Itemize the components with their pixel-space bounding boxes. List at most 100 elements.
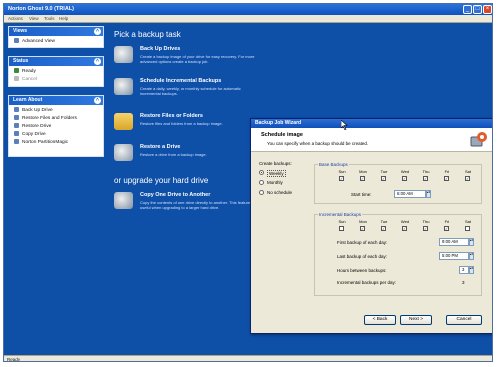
task-title[interactable]: Schedule Incremental Backups: [140, 78, 221, 84]
task-pane: Views ˄ Advanced View Status ˄ Ready Cance…: [8, 26, 104, 354]
chevron-up-icon[interactable]: ˄: [94, 28, 101, 35]
learn-item-label: Norton PartitionMagic: [22, 140, 69, 145]
hours-between-label: Hours between backups:: [337, 268, 387, 273]
day-wed: Wed: [400, 219, 410, 224]
learn-about-title: Learn About: [13, 97, 43, 103]
base-fri-checkbox[interactable]: ✓: [444, 176, 449, 181]
task-desc: Restore a drive from a backup image.: [140, 152, 207, 157]
day-sat: Sat: [464, 219, 471, 224]
first-backup-label: First backup of each day:: [337, 240, 388, 245]
drive-backup-icon: [114, 46, 133, 63]
day-fri: Fri: [444, 169, 450, 174]
advanced-view-link[interactable]: Advanced View: [9, 38, 103, 46]
last-backup-spinner[interactable]: ▴▾: [469, 252, 474, 260]
maximize-button[interactable]: □: [473, 5, 482, 14]
hours-between-field[interactable]: 3: [459, 266, 469, 274]
learn-item-label: Back Up Drive: [22, 108, 53, 113]
base-wed-checkbox[interactable]: ✓: [402, 176, 407, 181]
task-title[interactable]: Copy One Drive to Another: [140, 192, 210, 198]
inc-wed-checkbox[interactable]: ✓: [402, 226, 407, 231]
chevron-up-icon[interactable]: ˄: [94, 97, 101, 104]
inc-sun-checkbox[interactable]: [339, 226, 344, 231]
wizard-header-subtitle: You can specify when a backup should be …: [267, 141, 369, 146]
day-wed: Wed: [400, 169, 410, 174]
no-schedule-radio[interactable]: [259, 190, 264, 195]
day-mon: Mon: [359, 169, 367, 174]
base-thu-checkbox[interactable]: ✓: [423, 176, 428, 181]
title-bar: Norton Ghost 9.0 (TRIAL) _ □ ×: [4, 4, 492, 15]
views-panel: Views ˄ Advanced View: [8, 26, 104, 48]
status-bar: Ready: [4, 355, 492, 361]
learn-back-up-drive[interactable]: Back Up Drive: [9, 107, 103, 115]
inc-thu-checkbox[interactable]: ✓: [423, 226, 428, 231]
last-backup-field[interactable]: 5:00 PM: [439, 252, 469, 260]
minimize-button[interactable]: _: [463, 5, 472, 14]
ready-icon: [14, 68, 19, 73]
chevron-up-icon[interactable]: ˄: [94, 58, 101, 65]
day-mon: Mon: [359, 219, 367, 224]
status-panel: Status ˄ Ready Cancel: [8, 56, 104, 87]
base-sun-checkbox[interactable]: ✓: [339, 176, 344, 181]
learn-about-panel: Learn About ˄ Back Up Drive Restore Files…: [8, 95, 104, 157]
task-title[interactable]: Restore a Drive: [140, 144, 180, 150]
learn-item-label: Restore Files and Folders: [22, 116, 77, 121]
learn-copy-drive[interactable]: Copy Drive: [9, 131, 103, 139]
first-backup-field[interactable]: 9:00 AM: [439, 238, 469, 246]
weekly-radio[interactable]: [259, 170, 264, 175]
status-panel-header[interactable]: Status ˄: [9, 57, 103, 66]
task-back-up-drives[interactable]: Back Up Drives Create a backup image of …: [114, 46, 254, 70]
no-schedule-label[interactable]: No schedule: [267, 190, 292, 195]
help-icon: [14, 107, 19, 112]
task-desc: Create a daily, weekly, or monthly sched…: [140, 86, 241, 96]
day-tue: Tue: [380, 169, 388, 174]
weekly-label[interactable]: Weekly: [267, 170, 286, 177]
day-thu: Thu: [422, 219, 430, 224]
base-tue-checkbox[interactable]: ✓: [381, 176, 386, 181]
task-schedule-incremental[interactable]: Schedule Incremental Backups Create a da…: [114, 78, 254, 102]
per-day-value: 3: [462, 280, 465, 285]
monthly-radio[interactable]: [259, 180, 264, 185]
learn-restore-files[interactable]: Restore Files and Folders: [9, 115, 103, 123]
task-title[interactable]: Back Up Drives: [140, 46, 180, 52]
task-title[interactable]: Restore Files or Folders: [140, 113, 203, 119]
base-sat-checkbox[interactable]: ✓: [465, 176, 470, 181]
wizard-header: Schedule image You can specify when a ba…: [251, 128, 492, 152]
monthly-label[interactable]: Monthly: [267, 180, 283, 185]
wizard-header-title: Schedule image: [261, 132, 303, 138]
menu-tools[interactable]: Tools: [44, 16, 55, 21]
backup-wizard-icon: [470, 132, 487, 147]
day-sun: Sun: [338, 169, 346, 174]
inc-mon-checkbox[interactable]: ✓: [360, 226, 365, 231]
learn-about-panel-header[interactable]: Learn About ˄: [9, 96, 103, 105]
menu-help[interactable]: Help: [59, 16, 68, 21]
pick-task-heading: Pick a backup task: [114, 30, 181, 39]
status-ready: Ready: [9, 68, 103, 76]
close-button[interactable]: ×: [483, 5, 492, 14]
start-time-spinner[interactable]: ▴▾: [426, 190, 431, 198]
last-backup-label: Last backup of each day:: [337, 254, 388, 259]
start-time-field[interactable]: 6:00 AM: [394, 190, 426, 198]
inc-fri-checkbox[interactable]: ✓: [444, 226, 449, 231]
base-mon-checkbox[interactable]: ✓: [360, 176, 365, 181]
base-backups-title: Base Backups: [318, 162, 349, 167]
status-cancel[interactable]: Cancel: [9, 76, 103, 84]
task-restore-drive[interactable]: Restore a Drive Restore a drive from a b…: [114, 144, 254, 164]
schedule-icon: [114, 78, 133, 95]
task-restore-files[interactable]: Restore Files or Folders Restore files a…: [114, 113, 254, 133]
menu-actions[interactable]: Actions: [8, 16, 23, 21]
cancel-button[interactable]: Cancel: [446, 315, 482, 325]
task-copy-drive[interactable]: Copy One Drive to Another Copy the conte…: [114, 192, 254, 216]
next-button[interactable]: Next >: [400, 315, 432, 325]
menu-view[interactable]: View: [29, 16, 39, 21]
hours-between-spinner[interactable]: ▴▾: [469, 266, 474, 274]
learn-partitionmagic[interactable]: Norton PartitionMagic: [9, 139, 103, 147]
inc-sat-checkbox[interactable]: [465, 226, 470, 231]
restore-drive-icon: [114, 144, 133, 161]
first-backup-spinner[interactable]: ▴▾: [469, 238, 474, 246]
learn-restore-drive[interactable]: Restore Drive: [9, 123, 103, 131]
cancel-icon: [14, 76, 19, 81]
back-button[interactable]: < Back: [364, 315, 396, 325]
views-panel-header[interactable]: Views ˄: [9, 27, 103, 36]
folder-icon: [114, 113, 133, 130]
inc-tue-checkbox[interactable]: ✓: [381, 226, 386, 231]
